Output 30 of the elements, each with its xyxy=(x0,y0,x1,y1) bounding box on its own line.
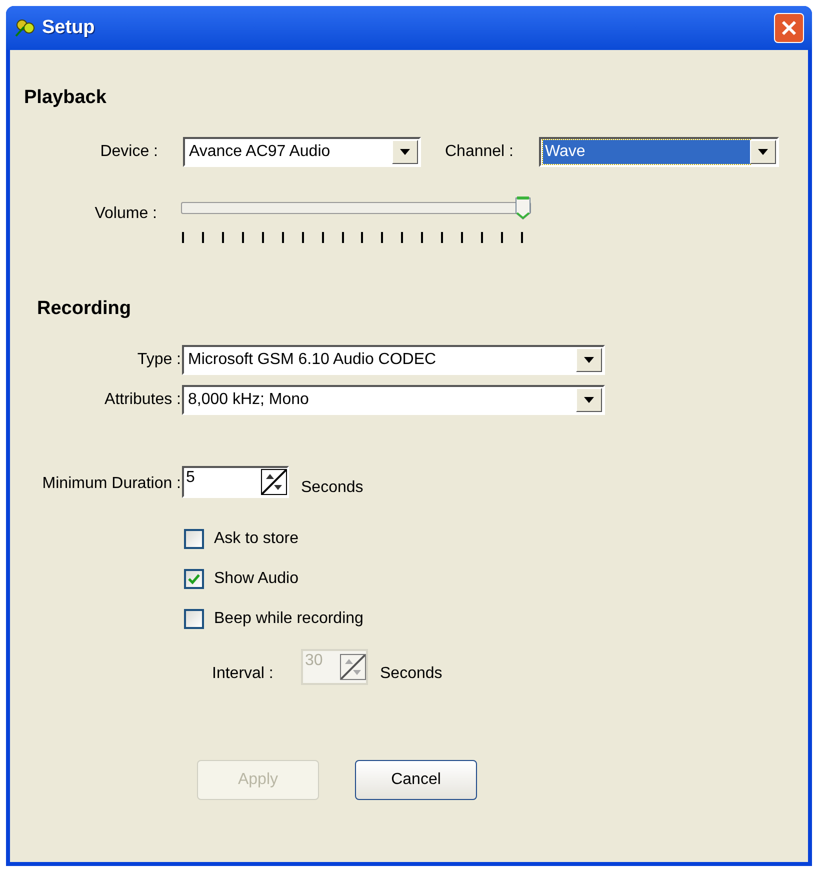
checkbox[interactable] xyxy=(184,529,204,549)
field-label: Device : xyxy=(99,142,159,162)
dropdown[interactable]: 8,000 kHz; Mono xyxy=(182,385,605,415)
spinner-icon xyxy=(340,654,366,680)
field-label: Interval : xyxy=(212,664,274,684)
field-label: Attributes : xyxy=(104,390,182,410)
close-icon xyxy=(781,20,797,36)
section-heading: Recording xyxy=(37,297,131,321)
check-icon xyxy=(188,573,200,585)
checkbox-label[interactable]: Show Audio xyxy=(214,567,299,591)
window-title: Setup xyxy=(42,16,95,40)
field-label: Volume : xyxy=(94,204,158,224)
dialog-button[interactable]: Cancel xyxy=(355,760,477,800)
field-label: Type : xyxy=(136,350,182,370)
spinner-icon xyxy=(261,469,287,495)
dropdown[interactable]: Avance AC97 Audio xyxy=(183,137,421,167)
unit-label: Seconds xyxy=(380,664,442,684)
checkbox-label[interactable]: Beep while recording xyxy=(214,607,364,631)
checkbox-label[interactable]: Ask to store xyxy=(214,527,298,551)
app-icon xyxy=(14,18,36,38)
spin-box[interactable]: 5 xyxy=(182,466,289,498)
dropdown[interactable]: Microsoft GSM 6.10 Audio CODEC xyxy=(182,345,605,375)
section-heading: Playback xyxy=(24,86,106,110)
checkbox[interactable] xyxy=(184,609,204,629)
checkbox[interactable] xyxy=(184,569,204,589)
unit-label: Seconds xyxy=(301,478,364,498)
field-label: Minimum Duration : xyxy=(41,474,182,494)
field-label: Channel : xyxy=(445,142,514,162)
dropdown[interactable]: Wave xyxy=(539,137,779,167)
close-button[interactable] xyxy=(774,13,804,43)
